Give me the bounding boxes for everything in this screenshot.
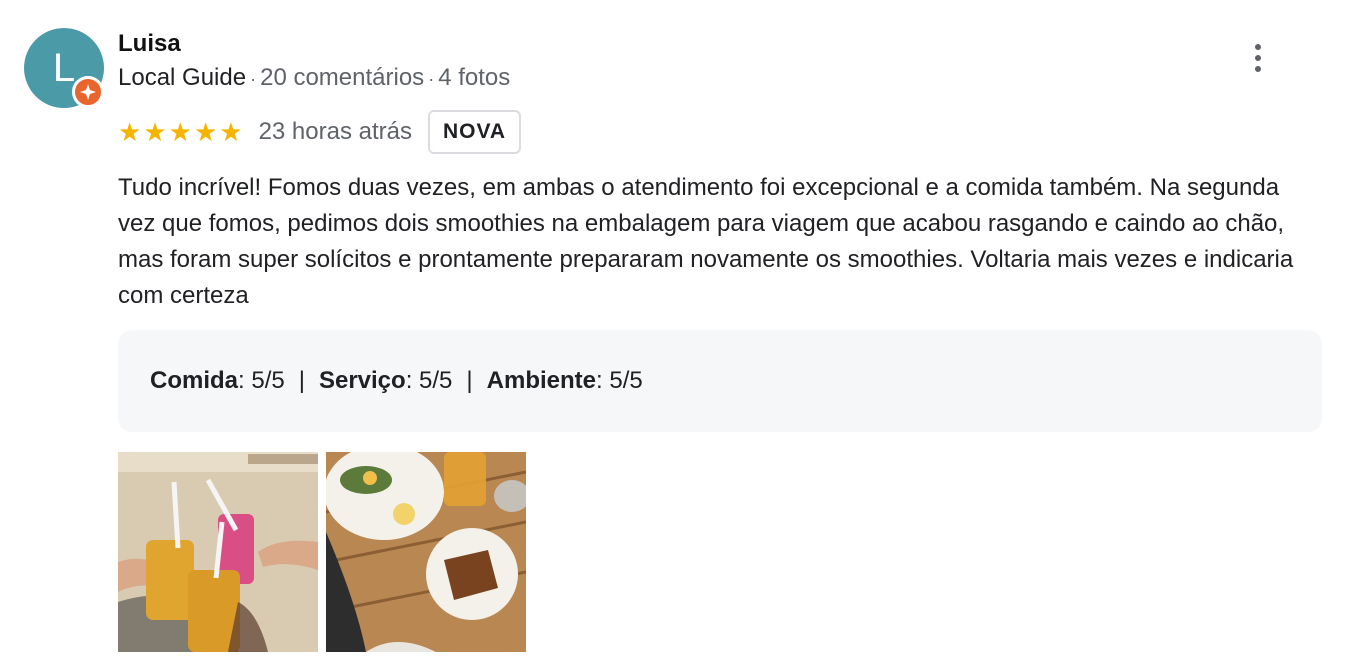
review-time: 23 horas atrás [258,118,412,145]
star-icon: ★ [219,117,243,147]
colon: : [405,367,420,394]
author-meta: Local Guide · 20 comentários · 4 fotos [118,64,510,92]
author-name[interactable]: Luisa [118,30,181,58]
rating-row: ★ ★ ★ ★ ★ 23 horas atrás NOVA [118,110,522,154]
review-count: 20 comentários [260,64,425,91]
photo-count: 4 fotos [438,64,511,91]
service-label: Serviço [318,367,406,394]
more-vert-dot [1255,55,1261,61]
local-guide-badge-icon [72,76,104,108]
avatar-initial: L [52,45,76,90]
ambience-value: 5/5 [609,367,643,394]
review-text: Tudo incrível! Fomos duas vezes, em amba… [118,174,1294,309]
meta-separator: · [250,69,257,89]
colon: : [596,367,610,394]
ambience-label: Ambiente [486,367,596,394]
star-icon: ★ [118,117,142,147]
service-value: 5/5 [419,367,453,394]
sub-ratings: Comida: 5/5 | Serviço: 5/5 | Ambiente: 5… [118,330,1322,432]
colon: : [238,367,252,394]
review-photo-smoothies[interactable] [118,452,318,652]
star-rating: ★ ★ ★ ★ ★ [118,119,243,145]
review-photo-brunch[interactable] [326,452,526,652]
food-value: 5/5 [251,367,285,394]
divider: | [466,367,473,394]
smoothies-photo-image [118,452,318,652]
brunch-photo-image [326,452,526,652]
new-badge: NOVA [427,110,522,154]
meta-separator: · [428,69,435,89]
star-icon: ★ [193,117,218,147]
more-vert-icon [1255,44,1261,50]
more-vert-dot [1255,66,1261,72]
more-options-button[interactable] [1240,38,1276,78]
divider: | [298,367,305,394]
local-guide-label: Local Guide [118,64,247,91]
star-icon: ★ [168,117,192,147]
food-label: Comida [150,367,239,394]
star-icon: ★ [143,117,167,147]
